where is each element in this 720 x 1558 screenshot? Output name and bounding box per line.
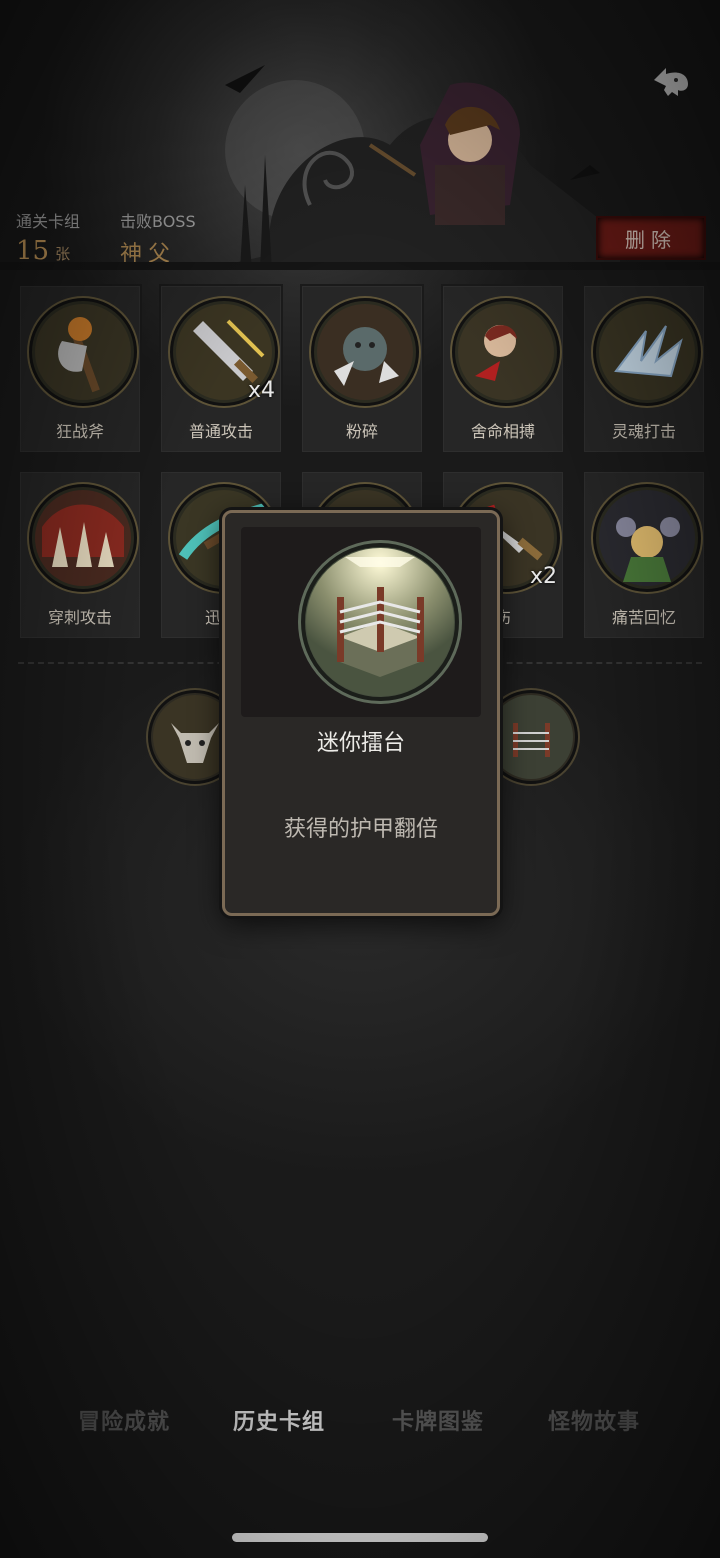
- boss-stat: 击败BOSS 神父: [120, 208, 196, 268]
- axe-icon: [35, 304, 131, 400]
- card[interactable]: 粉碎: [300, 284, 424, 454]
- card-name: 普通攻击: [188, 422, 253, 441]
- popup-title: 迷你擂台: [316, 731, 405, 756]
- card[interactable]: 痛苦回忆: [582, 470, 706, 640]
- card-name: 穿刺攻击: [47, 608, 112, 627]
- painful-memory-icon: [599, 490, 695, 586]
- tab-card-codex[interactable]: 卡牌图鉴: [392, 1404, 484, 1436]
- card-name: 狂战斧: [55, 422, 104, 441]
- back-button[interactable]: [648, 58, 694, 98]
- tab-achievements[interactable]: 冒险成就: [78, 1404, 170, 1436]
- mini-ring-icon: [489, 695, 573, 779]
- cleared-deck-unit: 张: [55, 245, 71, 263]
- card[interactable]: 狂战斧: [18, 284, 142, 454]
- boxing-ring-icon: [306, 548, 454, 696]
- smash-icon: [317, 304, 413, 400]
- card[interactable]: 灵魂打击: [582, 284, 706, 454]
- header-divider: [0, 262, 720, 270]
- card-detail-popup[interactable]: 迷你擂台 获得的护甲翻倍: [222, 510, 500, 916]
- card-name: 舍命相搏: [470, 422, 535, 441]
- ghost-back-icon: [654, 68, 688, 96]
- cleared-deck-stat: 通关卡组 15 张: [16, 208, 80, 264]
- tab-history-deck[interactable]: 历史卡组: [233, 1404, 325, 1436]
- girl-attack-icon: [458, 304, 554, 400]
- card[interactable]: x4 普通攻击: [159, 284, 283, 454]
- popup-art-panel: [241, 527, 481, 717]
- ice-shards-icon: [599, 304, 695, 400]
- card-name: 痛苦回忆: [611, 608, 676, 627]
- boss-label: 击败BOSS: [120, 212, 196, 231]
- card-name: 灵魂打击: [611, 422, 676, 441]
- card[interactable]: 穿刺攻击: [18, 470, 142, 640]
- hero-illustration: [200, 65, 620, 270]
- delete-button[interactable]: 删除: [596, 216, 706, 260]
- card[interactable]: 舍命相搏: [441, 284, 565, 454]
- bottom-tabs: 冒险成就 历史卡组 卡牌图鉴 怪物故事: [0, 1404, 720, 1444]
- tab-monster-stories[interactable]: 怪物故事: [548, 1404, 640, 1436]
- spikes-icon: [35, 490, 131, 586]
- card-name: 粉碎: [345, 422, 378, 441]
- home-indicator[interactable]: [232, 1533, 488, 1542]
- cleared-deck-label: 通关卡组: [16, 212, 81, 231]
- popup-description: 获得的护甲翻倍: [283, 817, 438, 842]
- card-multiplier: x2: [529, 564, 557, 589]
- header: 通关卡组 15 张 击败BOSS 神父 删除: [0, 0, 720, 280]
- card-multiplier: x4: [247, 378, 275, 403]
